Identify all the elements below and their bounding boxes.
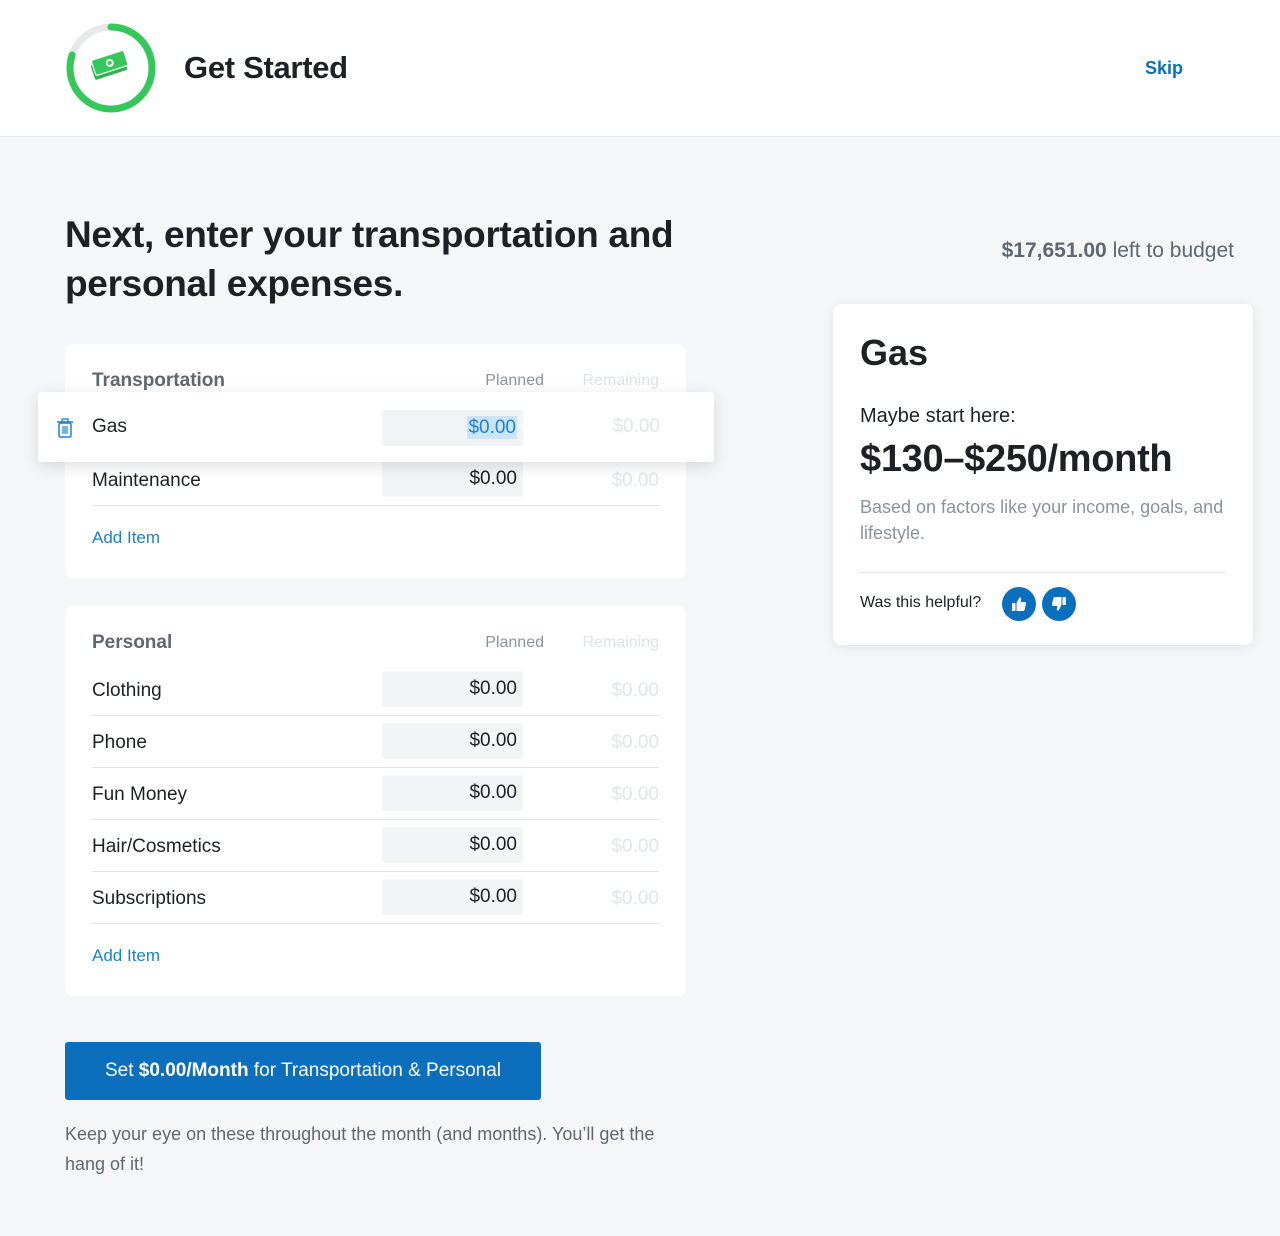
helpful-prompt: Was this helpful? bbox=[860, 594, 982, 611]
trash-icon[interactable] bbox=[56, 418, 74, 438]
section-heading: Next, enter your transportation and pers… bbox=[65, 214, 674, 304]
cta-amount: $0.00/Month bbox=[138, 1060, 249, 1081]
remaining-value: $0.00 bbox=[612, 416, 660, 437]
remaining-value: $0.00 bbox=[611, 888, 659, 909]
budget-row: Subscriptions $0.00 $0.00 bbox=[92, 872, 659, 924]
item-label[interactable]: Maintenance bbox=[92, 470, 201, 492]
personal-card: Personal Planned Remaining Clothing $0.0… bbox=[65, 606, 686, 996]
budget-suffix: left to budget bbox=[1112, 239, 1234, 262]
thumbs-down-button[interactable] bbox=[1042, 587, 1076, 621]
recommendation-card: Gas Maybe start here: $130–$250/month Ba… bbox=[833, 304, 1253, 645]
budget-row: Clothing $0.00 $0.00 bbox=[92, 664, 659, 716]
add-item-link[interactable]: Add Item bbox=[92, 946, 160, 966]
card-header: Transportation Planned Remaining bbox=[92, 370, 659, 394]
item-label[interactable]: Subscriptions bbox=[92, 888, 206, 910]
remaining-value: $0.00 bbox=[611, 470, 659, 491]
budget-row: Phone $0.00 $0.00 bbox=[92, 716, 659, 768]
divider bbox=[860, 572, 1226, 573]
remaining-value: $0.00 bbox=[611, 680, 659, 701]
money-icon bbox=[90, 49, 129, 80]
budget-row-active: Gas $0.00 $0.00 bbox=[38, 392, 714, 462]
planned-column-header: Planned bbox=[485, 372, 544, 389]
thumbs-up-icon bbox=[1012, 597, 1027, 611]
planned-input[interactable]: $0.00 bbox=[382, 461, 523, 497]
footnote: Keep your eye on these throughout the mo… bbox=[65, 1124, 655, 1174]
tip-note: Based on factors like your income, goals… bbox=[860, 497, 1224, 543]
thumbs-up-button[interactable] bbox=[1002, 587, 1036, 621]
planned-column-header: Planned bbox=[485, 634, 544, 651]
item-label[interactable]: Phone bbox=[92, 732, 147, 754]
budget-row: Hair/Cosmetics $0.00 $0.00 bbox=[92, 820, 659, 872]
remaining-value: $0.00 bbox=[611, 784, 659, 805]
tip-range: $130–$250/month bbox=[860, 438, 1173, 480]
item-label[interactable]: Fun Money bbox=[92, 784, 187, 806]
planned-input[interactable]: $0.00 bbox=[382, 723, 523, 759]
remaining-column-header: Remaining bbox=[582, 372, 659, 389]
card-title: Personal bbox=[92, 632, 173, 653]
page-title: Get Started bbox=[184, 50, 348, 85]
planned-input[interactable]: $0.00 bbox=[382, 879, 523, 915]
planned-input[interactable]: $0.00 bbox=[382, 827, 523, 863]
selected-value: $0.00 bbox=[467, 416, 517, 439]
item-label[interactable]: Gas bbox=[92, 416, 127, 438]
card-header: Personal Planned Remaining bbox=[92, 632, 659, 656]
tip-title: Gas bbox=[860, 332, 929, 373]
add-item-link[interactable]: Add Item bbox=[92, 528, 160, 548]
cta-prefix: Set bbox=[104, 1060, 134, 1081]
set-budget-button[interactable]: Set $0.00/Month for Transportation & Per… bbox=[65, 1042, 541, 1100]
cta-suffix: for Transportation & Personal bbox=[253, 1060, 502, 1081]
remaining-value: $0.00 bbox=[611, 732, 659, 753]
remaining-value: $0.00 bbox=[611, 836, 659, 857]
planned-input[interactable]: $0.00 bbox=[382, 410, 523, 446]
item-label[interactable]: Hair/Cosmetics bbox=[92, 836, 221, 858]
progress-ring bbox=[66, 23, 156, 113]
budget-row: Fun Money $0.00 $0.00 bbox=[92, 768, 659, 820]
card-title: Transportation bbox=[92, 370, 226, 391]
remaining-column-header: Remaining bbox=[582, 634, 659, 651]
budget-amount: $17,651.00 bbox=[1001, 239, 1107, 262]
left-to-budget: $17,651.00 left to budget bbox=[1002, 239, 1234, 263]
thumbs-down-icon bbox=[1051, 597, 1066, 611]
header: Get Started Skip bbox=[0, 0, 1280, 137]
tip-intro: Maybe start here: bbox=[860, 405, 1016, 427]
skip-link[interactable]: Skip bbox=[1145, 58, 1183, 79]
item-label[interactable]: Clothing bbox=[92, 680, 162, 702]
planned-input[interactable]: $0.00 bbox=[382, 671, 523, 707]
planned-input[interactable]: $0.00 bbox=[382, 775, 523, 811]
